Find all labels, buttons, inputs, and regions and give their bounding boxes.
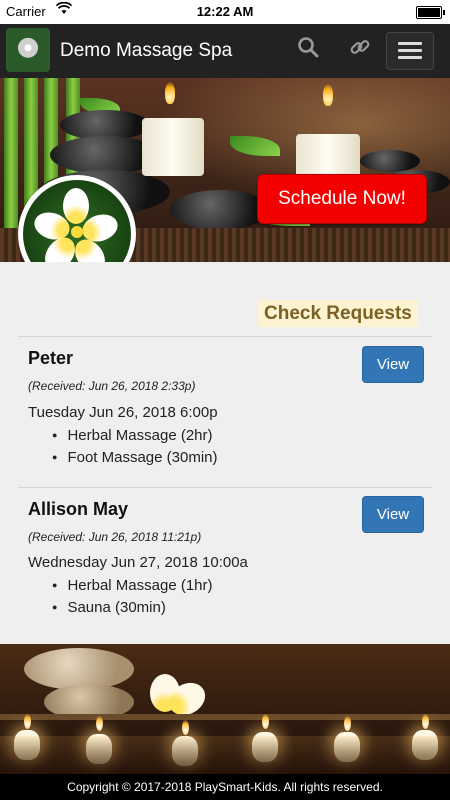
- battery-icon: [416, 6, 445, 19]
- hamburger-menu-icon[interactable]: [386, 32, 434, 70]
- request-datetime: Tuesday Jun 26, 2018 6:00p: [28, 404, 218, 421]
- top-navbar: Demo Massage Spa: [0, 24, 450, 78]
- divider: [18, 336, 432, 337]
- service-item: Herbal Massage (2hr): [52, 427, 212, 444]
- link-icon[interactable]: [346, 36, 374, 64]
- service-item: Herbal Massage (1hr): [52, 577, 212, 594]
- copyright-footer: Copyright © 2017-2018 PlaySmart-Kids. Al…: [0, 774, 450, 800]
- requests-panel: Check Requests Peter (Received: Jun 26, …: [0, 262, 450, 644]
- service-item: Foot Massage (30min): [52, 449, 217, 466]
- search-icon[interactable]: [294, 36, 322, 64]
- dandelion-logo[interactable]: [6, 28, 50, 72]
- footer-banner: [0, 644, 450, 774]
- brand-title[interactable]: Demo Massage Spa: [60, 40, 232, 62]
- divider: [18, 487, 432, 488]
- request-name: Allison May: [28, 499, 129, 519]
- view-button[interactable]: View: [362, 346, 424, 383]
- status-bar: Carrier 12:22 AM: [0, 0, 450, 24]
- request-received: (Received: Jun 26, 2018 11:21p): [28, 530, 202, 544]
- request-name: Peter: [28, 348, 74, 368]
- view-button[interactable]: View: [362, 496, 424, 533]
- clock: 12:22 AM: [196, 4, 254, 19]
- section-title: Check Requests: [258, 300, 418, 327]
- service-item: Sauna (30min): [52, 599, 165, 616]
- request-received: (Received: Jun 26, 2018 2:33p): [28, 379, 196, 393]
- request-datetime: Wednesday Jun 27, 2018 10:00a: [28, 554, 248, 571]
- schedule-now-button[interactable]: Schedule Now!: [257, 174, 427, 224]
